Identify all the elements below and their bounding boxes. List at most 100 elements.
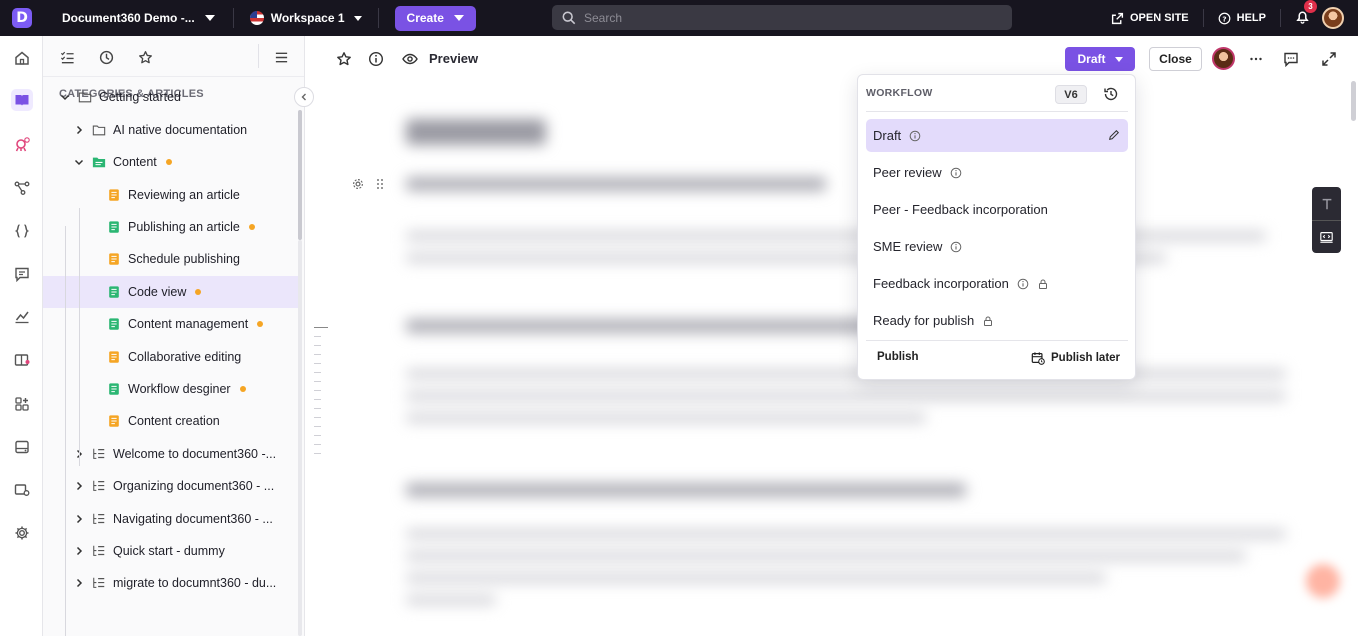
tree-category[interactable]: AI native documentation	[43, 114, 299, 146]
tree-article[interactable]: Schedule publishing	[43, 243, 299, 275]
feedback-icon[interactable]	[11, 263, 33, 285]
gear-icon[interactable]	[351, 177, 365, 191]
favorite-star-icon[interactable]	[335, 50, 353, 68]
caret-down-icon	[204, 15, 215, 21]
tree-article[interactable]: Reviewing an article	[43, 179, 299, 211]
workflow-status-item[interactable]: Peer - Feedback incorporation	[866, 193, 1128, 226]
tree-category[interactable]: Welcome to document360 -...	[43, 438, 299, 470]
pencil-icon[interactable]	[1108, 129, 1120, 141]
menu-icon[interactable]	[272, 48, 290, 66]
publish-button[interactable]: Publish	[877, 351, 919, 363]
tree-category[interactable]: Organizing document360 - ...	[43, 470, 299, 502]
blurred-line	[406, 391, 1286, 401]
workflow-status-label: Peer review	[873, 165, 942, 180]
ai-assistant-icon[interactable]	[11, 134, 33, 156]
project-selector[interactable]: Document360 Demo -...	[62, 11, 215, 25]
create-button[interactable]: Create	[394, 5, 476, 31]
history-icon[interactable]	[1103, 86, 1119, 102]
tree-node-text: Navigating document360 - ...	[113, 512, 273, 526]
editor-avatar[interactable]	[1212, 47, 1235, 70]
user-avatar[interactable]	[1322, 7, 1344, 29]
preview-button[interactable]: Preview	[429, 51, 478, 66]
tree-category[interactable]: Getting started	[43, 81, 299, 113]
info-icon[interactable]	[367, 50, 385, 68]
tree-article[interactable]: Code view	[43, 276, 299, 308]
more-options-icon[interactable]	[1247, 50, 1265, 68]
api-icon[interactable]	[11, 220, 33, 242]
document360-logo[interactable]: D	[0, 0, 44, 36]
blurred-line	[406, 573, 1106, 583]
workflow-icon[interactable]	[11, 177, 33, 199]
chevron-right-icon[interactable]	[74, 546, 84, 556]
checklist-icon[interactable]	[58, 48, 76, 66]
tree-scrollbar[interactable]	[298, 110, 302, 240]
info-icon[interactable]	[1017, 278, 1029, 290]
knowledge-base-icon[interactable]	[11, 349, 33, 371]
workflow-status-button[interactable]: Draft	[1065, 47, 1135, 71]
info-icon[interactable]	[950, 167, 962, 179]
tree-article[interactable]: Content creation	[43, 405, 299, 437]
tree-node-label: Organizing document360 - ...	[113, 479, 274, 493]
expand-icon[interactable]	[1320, 50, 1338, 68]
chevron-right-icon[interactable]	[74, 578, 84, 588]
page-scrollbar[interactable]	[1351, 81, 1356, 121]
blurred-line	[406, 231, 1266, 241]
publish-label: Publish	[877, 351, 919, 363]
tree-node-text: Getting started	[99, 90, 181, 104]
analytics-icon[interactable]	[11, 306, 33, 328]
help-launcher-button[interactable]	[1306, 564, 1340, 598]
tree-node-label: Workflow desginer	[128, 382, 246, 396]
tree-node-text: Publishing an article	[128, 220, 240, 234]
workflow-status-item[interactable]: Ready for publish	[866, 304, 1128, 337]
search-bar[interactable]	[552, 5, 1012, 30]
chevron-right-icon[interactable]	[74, 514, 84, 524]
collapse-panel-button[interactable]	[294, 87, 314, 107]
workflow-status-item[interactable]: Draft	[866, 119, 1128, 152]
tree-category[interactable]: Navigating document360 - ...	[43, 503, 299, 535]
star-icon[interactable]	[136, 48, 154, 66]
chevron-right-icon[interactable]	[74, 481, 84, 491]
tree-guide-line	[65, 226, 66, 636]
search-input[interactable]	[584, 10, 984, 25]
recent-icon[interactable]	[97, 48, 115, 66]
calendar-clock-icon	[1031, 352, 1045, 365]
comments-icon[interactable]	[1282, 50, 1300, 68]
drive-icon[interactable]	[11, 436, 33, 458]
tree-article[interactable]: Workflow desginer	[43, 373, 299, 405]
tree-category[interactable]: Content	[43, 146, 299, 178]
open-site-label: OPEN SITE	[1129, 12, 1189, 24]
drag-handle-icon[interactable]	[375, 178, 385, 190]
chevron-down-icon[interactable]	[74, 157, 84, 167]
tree-category[interactable]: Quick start - dummy	[43, 535, 299, 567]
notifications-button[interactable]: 3	[1295, 0, 1317, 27]
tree-article[interactable]: Publishing an article	[43, 211, 299, 243]
code-embed-icon[interactable]	[1312, 220, 1341, 253]
eye-icon[interactable]	[401, 50, 419, 68]
tree-article[interactable]: Content management	[43, 308, 299, 340]
info-icon[interactable]	[909, 130, 921, 142]
workspace-selector[interactable]: Workspace 1	[249, 11, 362, 25]
gutter-tick	[314, 408, 321, 409]
chevron-right-icon[interactable]	[74, 125, 84, 135]
home-icon[interactable]	[11, 47, 33, 69]
close-button[interactable]: Close	[1149, 47, 1202, 71]
info-icon[interactable]	[950, 241, 962, 253]
tree-category[interactable]: migrate to documnt360 - du...	[43, 567, 299, 599]
help-link[interactable]: ? HELP	[1218, 12, 1266, 25]
article-icon	[107, 252, 121, 266]
portal-settings-icon[interactable]	[11, 479, 33, 501]
text-format-icon[interactable]	[1312, 187, 1341, 220]
settings-icon[interactable]	[11, 522, 33, 544]
open-site-link[interactable]: OPEN SITE	[1111, 12, 1189, 25]
tree-node-text: Reviewing an article	[128, 188, 240, 202]
workflow-status-item[interactable]: SME review	[866, 230, 1128, 263]
workflow-status-label: Draft	[1077, 52, 1106, 66]
workflow-status-item[interactable]: Peer review	[866, 156, 1128, 189]
gutter-marker	[314, 327, 328, 328]
documentation-icon[interactable]	[11, 89, 33, 111]
tree-article[interactable]: Collaborative editing	[43, 341, 299, 373]
widgets-icon[interactable]	[11, 393, 33, 415]
chevron-down-icon[interactable]	[60, 92, 70, 102]
workflow-status-item[interactable]: Feedback incorporation	[866, 267, 1128, 300]
publish-later-button[interactable]: Publish later	[1031, 351, 1120, 365]
